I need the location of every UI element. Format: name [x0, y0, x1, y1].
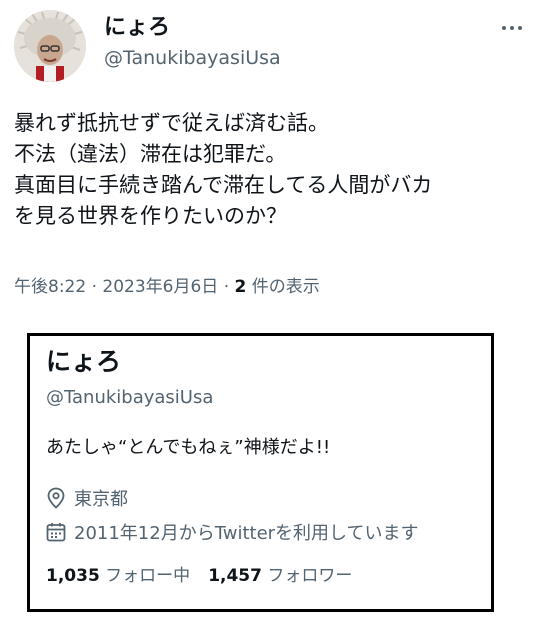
author-name[interactable]: にょろ	[104, 14, 170, 42]
more-dots-icon	[502, 26, 506, 30]
tweet-text-line: を見る世界を作りたいのか？	[14, 204, 287, 228]
card-bio: あたしゃ“とんでもねぇ”神様だよ!!	[46, 437, 331, 458]
card-stats: 1,035 フォロー中 1,457 フォロワー	[46, 564, 352, 588]
followers-label: フォロワー	[261, 566, 353, 586]
avatar[interactable]	[14, 10, 86, 82]
tweet-date[interactable]: 2023年6月6日	[102, 277, 218, 297]
tweet-meta: 午後8:22 · 2023年6月6日 · 2 件の表示	[14, 275, 320, 299]
author-handle[interactable]: @TanukibayasiUsa	[104, 46, 281, 70]
following-stat[interactable]: 1,035 フォロー中	[46, 564, 190, 588]
card-joined: 2011年12月からTwitterを利用しています	[46, 519, 419, 545]
card-handle[interactable]: @TanukibayasiUsa	[46, 386, 213, 410]
card-name[interactable]: にょろ	[46, 346, 121, 378]
view-count[interactable]: 2	[235, 277, 247, 297]
card-location-text: 東京都	[74, 489, 128, 510]
followers-count: 1,457	[208, 566, 262, 586]
tweet-page: にょろ @TanukibayasiUsa 暴れず抵抗せずで従えば済む話。 不法（…	[0, 0, 543, 640]
profile-card[interactable]: にょろ @TanukibayasiUsa あたしゃ“とんでもねぇ”神様だよ!! …	[27, 333, 494, 612]
card-location: 東京都	[46, 485, 128, 511]
meta-separator: ·	[218, 277, 235, 297]
card-joined-text: 2011年12月からTwitterを利用しています	[74, 523, 419, 544]
calendar-icon	[46, 523, 66, 542]
view-label[interactable]: 件の表示	[246, 277, 320, 297]
following-label: フォロー中	[99, 566, 191, 586]
meta-separator: ·	[86, 277, 103, 297]
location-pin-icon	[47, 487, 65, 509]
more-options-button[interactable]	[494, 16, 530, 40]
followers-stat[interactable]: 1,457 フォロワー	[208, 564, 352, 588]
following-count: 1,035	[46, 566, 100, 586]
tweet-text-line: 真面目に手続き踏んで滞在してる人間がバカ	[14, 173, 433, 197]
tweet-text-line: 暴れず抵抗せずで従えば済む話。	[14, 111, 329, 135]
tweet-text: 暴れず抵抗せずで従えば済む話。 不法（違法）滞在は犯罪だ。 真面目に手続き踏んで…	[14, 108, 534, 232]
tweet-text-line: 不法（違法）滞在は犯罪だ。	[14, 142, 287, 166]
tweet-time[interactable]: 午後8:22	[14, 277, 86, 297]
